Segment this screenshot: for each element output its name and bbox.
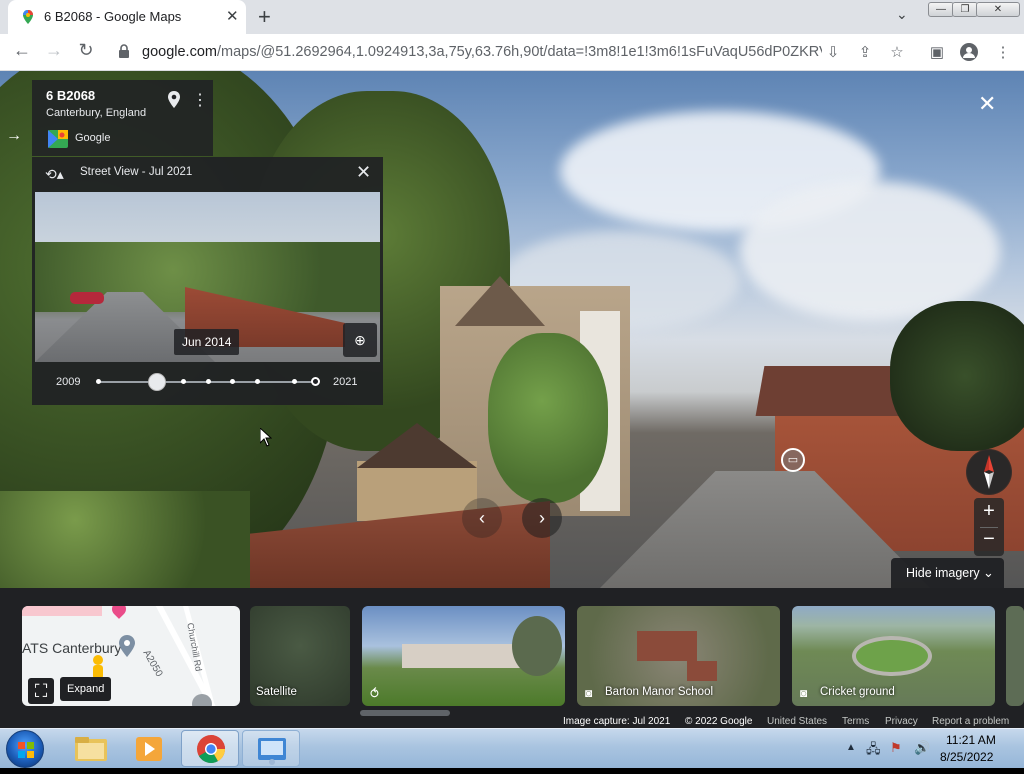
address-bar[interactable]: google.com/maps/@51.2692964,1.0924913,3a…	[108, 37, 830, 67]
side-panel-icon[interactable]: ▣	[928, 43, 946, 61]
close-time-machine-icon[interactable]: ✕	[356, 162, 371, 183]
history-clock-icon[interactable]: ⟲▴	[45, 166, 64, 183]
timeline-tick[interactable]	[255, 379, 260, 384]
expand-tooltip: Expand	[60, 677, 112, 701]
timeline-start-year: 2009	[56, 376, 81, 388]
browser-toolbar: ← → ↻ google.com/maps/@51.2692964,1.0924…	[0, 34, 1024, 71]
taskbar-control-panel[interactable]	[242, 730, 300, 767]
compass-icon[interactable]	[966, 449, 1012, 495]
forward-icon[interactable]: →	[42, 40, 66, 61]
next-card-partial[interactable]	[1006, 606, 1024, 706]
share-icon[interactable]: ⇪	[856, 43, 874, 61]
mouse-cursor-icon	[260, 428, 272, 447]
action-center-flag-icon[interactable]: ⚑	[890, 740, 902, 756]
tab-close-icon[interactable]: ✕	[226, 7, 239, 25]
satellite-label: Satellite	[256, 686, 297, 698]
close-street-view-icon[interactable]: ✕	[978, 91, 996, 117]
more-options-icon[interactable]: ⋮	[192, 90, 208, 110]
nav-back-arrow-icon[interactable]: ‹	[462, 498, 502, 538]
show-hidden-icons-icon[interactable]: ▲	[846, 742, 856, 753]
hide-imagery-label: Hide imagery	[906, 566, 980, 580]
tab-search-chevron-icon[interactable]: ⌄	[896, 6, 908, 23]
cricket-ground-card[interactable]: ◙ Cricket ground	[792, 606, 995, 706]
browser-menu-icon[interactable]: ⋮	[994, 43, 1012, 61]
zoom-preview-icon[interactable]: ⊕	[343, 323, 377, 357]
double-chevron-down-icon: ⌄	[983, 565, 994, 580]
clock-time[interactable]: 11:21 AM	[946, 733, 996, 747]
zoom-out-icon[interactable]: −	[974, 528, 1004, 551]
reload-icon[interactable]: ↻	[74, 40, 98, 61]
country-link[interactable]: United States	[767, 716, 827, 727]
camera-icon: ◙	[800, 686, 808, 700]
map-pin-icon	[119, 635, 135, 657]
google-maps-logo-icon	[48, 130, 68, 148]
timeline-tick[interactable]	[292, 379, 297, 384]
map-footer: Image capture: Jul 2021 © 2022 Google Un…	[0, 714, 1024, 729]
map-label: ATS Canterbury	[22, 640, 122, 656]
barton-manor-label: Barton Manor School	[605, 686, 714, 698]
media-player-icon	[136, 737, 162, 761]
taskbar-chrome[interactable]	[181, 730, 239, 767]
chrome-icon	[197, 735, 225, 763]
copyright-text: © 2022 Google	[685, 716, 753, 727]
windows-logo-icon	[18, 742, 34, 758]
profile-avatar-icon[interactable]	[960, 43, 978, 61]
taskbar-media-player[interactable]	[120, 730, 178, 767]
satellite-card[interactable]: Satellite	[250, 606, 350, 706]
terms-link[interactable]: Terms	[842, 716, 869, 727]
timeline-tick[interactable]	[96, 379, 101, 384]
lock-icon	[119, 44, 129, 58]
minimize-window-button[interactable]: —	[928, 2, 954, 17]
tab-strip: 6 B2068 - Google Maps ✕ + ⌄ — ❐ ✕	[0, 0, 1024, 34]
maps-pin-icon	[23, 10, 33, 24]
place-title: 6 B2068	[46, 88, 96, 103]
zoom-in-icon[interactable]: +	[974, 500, 1004, 523]
collapse-panel-arrow-icon[interactable]: →	[6, 127, 22, 145]
timeline-tick[interactable]	[206, 379, 211, 384]
street-view-photo-card[interactable]: ⥀	[362, 606, 565, 706]
timeline-end-year: 2021	[333, 376, 358, 388]
provider-label: Google	[75, 132, 111, 144]
taskbar-explorer[interactable]	[62, 730, 120, 767]
zoom-control: + −	[974, 498, 1004, 556]
camera-icon: ◙	[585, 686, 593, 700]
tab-title: 6 B2068 - Google Maps	[44, 9, 182, 24]
nav-forward-arrow-icon[interactable]: ›	[522, 498, 562, 538]
expand-icon[interactable]: ⛶	[28, 678, 54, 704]
image-capture-date: Image capture: Jul 2021	[563, 716, 671, 727]
360-photo-icon: ⥀	[370, 686, 379, 701]
volume-icon[interactable]: 🔊	[914, 740, 930, 756]
restore-window-button[interactable]: ❐	[952, 2, 978, 17]
close-window-button[interactable]: ✕	[976, 2, 1020, 17]
report-problem-link[interactable]: Report a problem	[932, 716, 1009, 727]
mini-map-card[interactable]: ATS Canterbury Churchill Rd A2050 ⛶	[22, 606, 240, 706]
location-pin-icon[interactable]	[166, 90, 182, 110]
browser-tab[interactable]: 6 B2068 - Google Maps ✕	[8, 0, 246, 34]
timeline-tick[interactable]	[181, 379, 186, 384]
folder-icon	[75, 737, 107, 761]
cricket-ground-label: Cricket ground	[820, 686, 895, 698]
timeline-current-tick[interactable]	[311, 377, 320, 386]
selected-date-badge: Jun 2014	[174, 329, 240, 355]
privacy-link[interactable]: Privacy	[885, 716, 918, 727]
photo-marker-icon[interactable]: ▭	[781, 448, 805, 472]
map-road-label: A2050	[140, 648, 165, 679]
install-app-icon[interactable]: ⇩	[824, 43, 842, 61]
url-text: google.com/maps/@51.2692964,1.0924913,3a…	[142, 44, 822, 60]
time-machine-header: Street View - Jul 2021	[80, 166, 193, 178]
clock-date[interactable]: 8/25/2022	[940, 750, 993, 764]
control-panel-icon	[258, 738, 286, 765]
barton-manor-card[interactable]: ◙ Barton Manor School	[577, 606, 780, 706]
back-icon[interactable]: ←	[10, 40, 34, 61]
timeline-slider-thumb[interactable]	[148, 373, 166, 391]
bookmark-star-icon[interactable]: ☆	[888, 43, 906, 61]
hide-imagery-button[interactable]: Hide imagery ⌄	[891, 558, 1004, 588]
start-button[interactable]	[6, 730, 44, 768]
new-tab-icon[interactable]: +	[258, 4, 271, 30]
network-icon[interactable]: 🖧	[866, 740, 881, 762]
place-subtitle: Canterbury, England	[46, 107, 147, 119]
timeline-tick[interactable]	[230, 379, 235, 384]
